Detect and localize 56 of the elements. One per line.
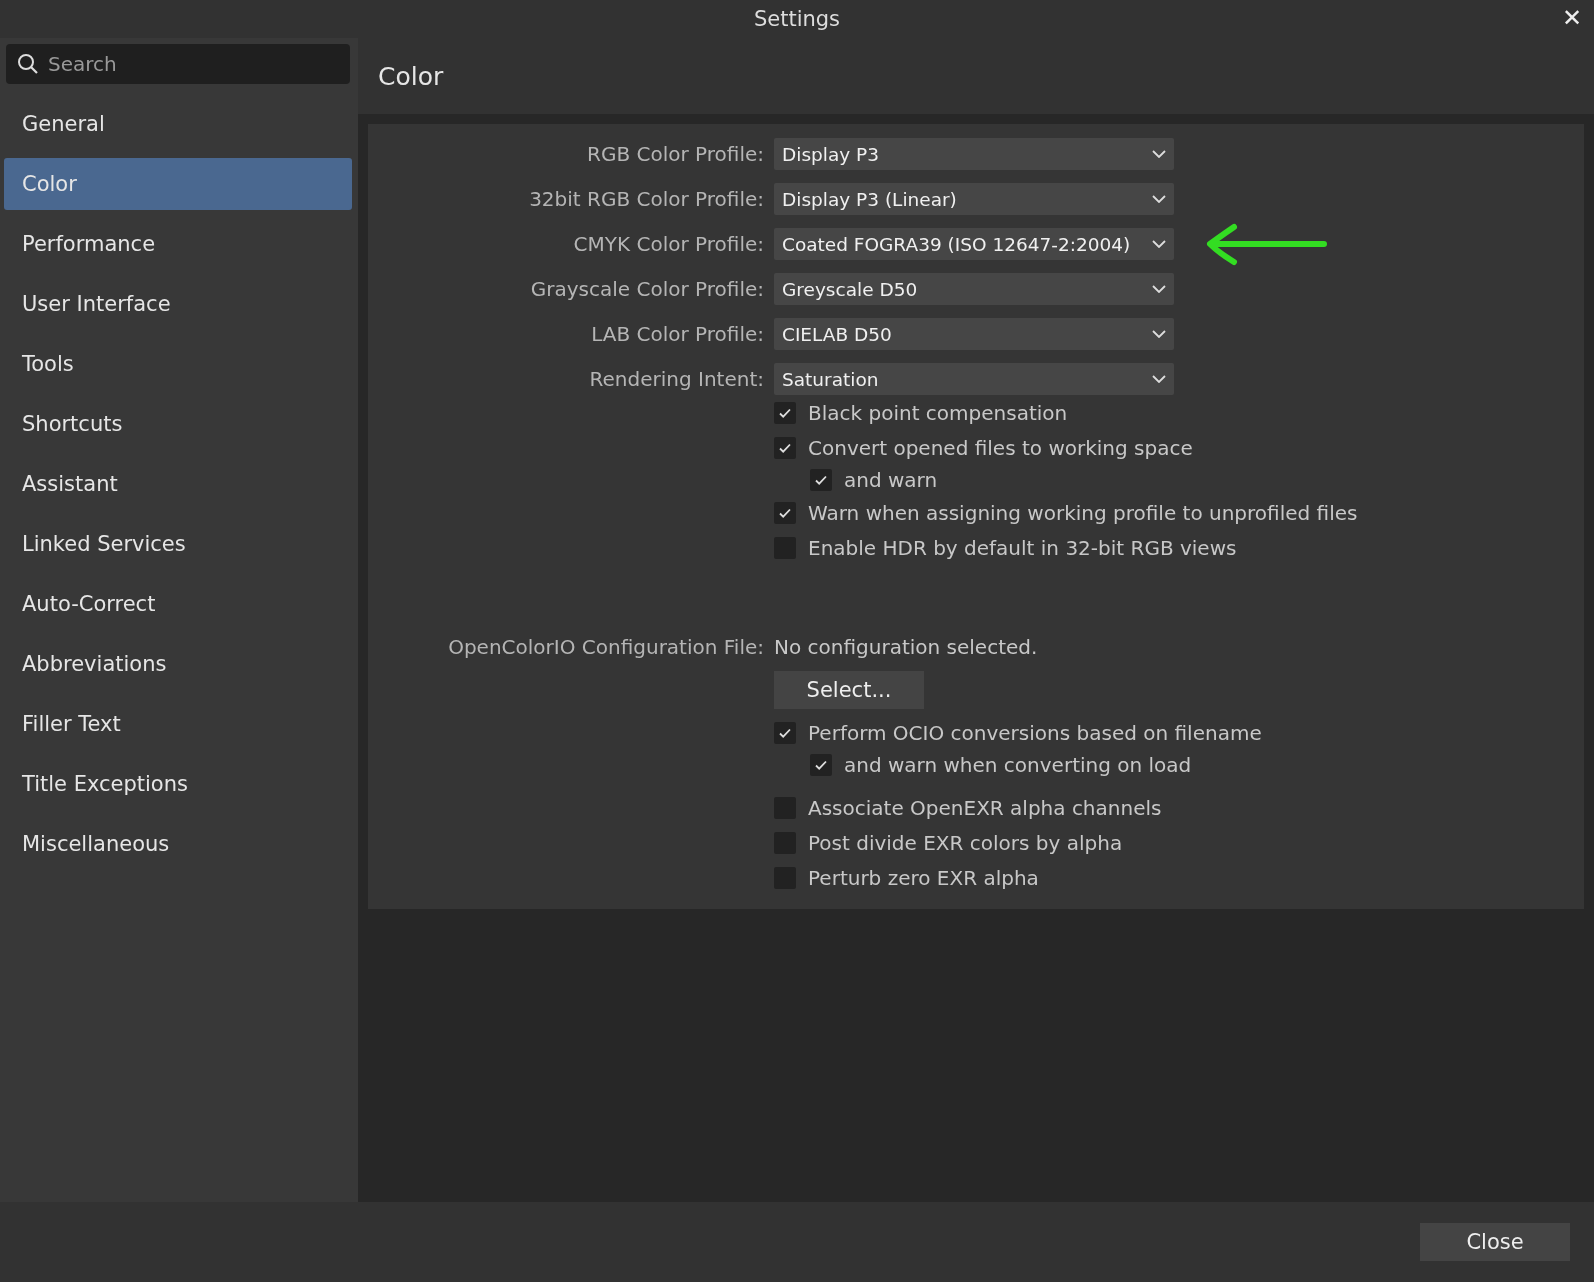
checkbox[interactable] [774, 436, 796, 459]
chevron-down-icon [1152, 195, 1166, 203]
sidebar-item[interactable]: Auto-Correct [4, 578, 352, 630]
checkbox[interactable] [810, 469, 832, 491]
sidebar-item[interactable]: Title Exceptions [4, 758, 352, 810]
dropdown[interactable]: Saturation [774, 363, 1174, 395]
page-title: Color [378, 61, 444, 91]
checkbox-label: and warn [844, 468, 938, 492]
field-label: 32bit RGB Color Profile: [528, 187, 764, 211]
checkbox-label: Warn when assigning working profile to unprofiled files [808, 500, 1358, 525]
sidebar-item[interactable]: General [4, 98, 352, 150]
checkbox[interactable] [810, 754, 832, 776]
dropdown[interactable]: Coated FOGRA39 (ISO 12647-2:2004) [774, 228, 1174, 260]
sidebar-item[interactable]: Performance [4, 218, 352, 270]
chevron-down-icon [1152, 240, 1166, 248]
checkbox-label: Black point compensation [808, 400, 1068, 425]
dropdown[interactable]: CIELAB D50 [774, 318, 1174, 350]
chevron-down-icon [1152, 375, 1166, 383]
checkbox[interactable] [774, 401, 796, 424]
checkbox[interactable] [774, 501, 796, 524]
checkbox-label: Perform OCIO conversions based on filename [808, 720, 1262, 745]
field-label: Grayscale Color Profile: [529, 277, 764, 301]
field-label: Rendering Intent: [588, 367, 764, 391]
field-label: CMYK Color Profile: [572, 232, 764, 256]
checkbox-label: and warn when converting on load [844, 753, 1192, 777]
sidebar-item[interactable]: Color [4, 158, 352, 210]
checkbox-label: Post divide EXR colors by alpha [808, 830, 1123, 855]
field-label: RGB Color Profile: [586, 142, 764, 166]
chevron-down-icon [1152, 330, 1166, 338]
dropdown[interactable]: Display P3 [774, 138, 1174, 170]
checkbox-label: Enable HDR by default in 32-bit RGB views [808, 535, 1237, 560]
search-icon [16, 52, 40, 76]
sidebar-item[interactable]: Shortcuts [4, 398, 352, 450]
search-field[interactable]: Search [6, 44, 350, 84]
select-button[interactable]: Select... [774, 671, 924, 709]
dropdown[interactable]: Greyscale D50 [774, 273, 1174, 305]
chevron-down-icon [1152, 150, 1166, 158]
close-button[interactable]: Close [1420, 1223, 1570, 1261]
sidebar-item[interactable]: Tools [4, 338, 352, 390]
sidebar-item[interactable]: User Interface [4, 278, 352, 330]
chevron-down-icon [1152, 285, 1166, 293]
checkbox-label: Convert opened files to working space [808, 435, 1193, 460]
field-label: OpenColorIO Configuration File: [447, 635, 764, 659]
sidebar-item[interactable]: Linked Services [4, 518, 352, 570]
config-status: No configuration selected. [774, 635, 1039, 659]
checkbox-label: Associate OpenEXR alpha channels [808, 795, 1162, 820]
dropdown[interactable]: Display P3 (Linear) [774, 183, 1174, 215]
sidebar-item[interactable]: Assistant [4, 458, 352, 510]
close-button[interactable]: ✕ [1555, 2, 1588, 34]
sidebar-item[interactable]: Filler Text [4, 698, 352, 750]
sidebar-item[interactable]: Miscellaneous [4, 818, 352, 870]
sidebar-item[interactable]: Abbreviations [4, 638, 352, 690]
field-label: LAB Color Profile: [590, 322, 764, 346]
checkbox[interactable] [774, 721, 796, 744]
window-title: Settings [753, 7, 841, 31]
checkbox-label: Perturb zero EXR alpha [808, 865, 1039, 890]
